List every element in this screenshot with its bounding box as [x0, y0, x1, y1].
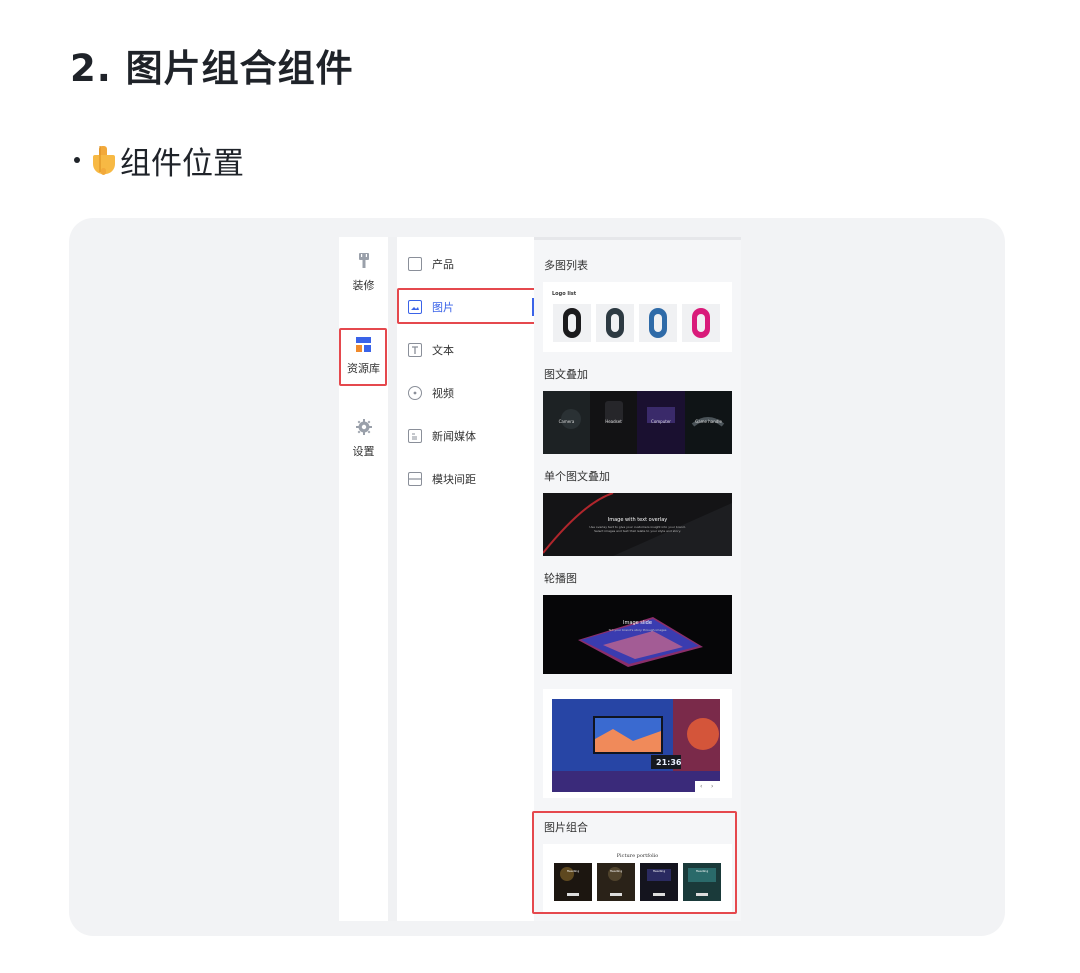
thumb-image-text-overlay[interactable]: Camera Headset Computer Game handle: [543, 391, 732, 454]
overlay-caption-computer: Computer: [651, 419, 671, 424]
section-label-multi-image: 多图列表: [544, 259, 588, 272]
carousel-next-icon[interactable]: ›: [711, 783, 713, 790]
desk-setup-image: [552, 699, 720, 792]
overlay-caption-headset: Headset: [605, 419, 622, 424]
news-icon: [408, 429, 422, 443]
menu-label-video: 视频: [432, 387, 454, 400]
section-label-single-overlay: 单个图文叠加: [544, 470, 610, 483]
portfolio-tile-heading-4: Heading: [695, 869, 709, 873]
rail-label-decorate: 装修: [352, 279, 375, 292]
bullet-line: 组件位置: [70, 140, 244, 182]
thumb-picture-group[interactable]: Picture portfolio Heading Heading Headin…: [543, 844, 732, 914]
thumb-logo-list[interactable]: Logo list: [543, 282, 732, 352]
portfolio-tile-heading-3: Heading: [652, 869, 666, 873]
bullet-dot: [74, 157, 80, 163]
rail-label-settings: 设置: [352, 445, 375, 458]
clock-readout: 21:36: [656, 758, 682, 767]
category-menu: 产品 图片 文本 视频 新闻媒体 模块间距: [397, 237, 534, 921]
brush-icon: [358, 253, 369, 268]
single-overlay-title: Image with text overlay: [607, 517, 668, 523]
box-icon: [408, 257, 422, 271]
text-icon: [408, 343, 422, 357]
menu-item-text[interactable]: 文本: [397, 335, 534, 365]
pointing-down-hand-emoji-icon: [90, 143, 116, 177]
portfolio-tiles: [554, 863, 721, 901]
thumb-carousel-laptop[interactable]: Image slide Tell your brand's story thro…: [543, 595, 732, 674]
rail-item-decorate[interactable]: 装修: [339, 253, 388, 293]
image-icon: [408, 300, 422, 314]
laptop-slide-image: [543, 595, 732, 674]
section-heading: 2. 图片组合组件: [70, 47, 354, 90]
left-rail: 装修 资源库 设置: [339, 237, 388, 921]
menu-item-news[interactable]: 新闻媒体: [397, 421, 534, 451]
single-overlay-subtitle: Use overlay text to give your customers …: [589, 525, 686, 533]
menu-item-image[interactable]: 图片: [397, 292, 534, 322]
spacing-icon: [408, 472, 422, 486]
overlay-caption-camera: Camera: [558, 419, 575, 424]
gear-icon: [355, 419, 372, 435]
component-library-panel: 多图列表 Logo list 图文叠加 Camera Headset Compu: [534, 237, 741, 921]
menu-label-text: 文本: [432, 344, 454, 357]
slide-subtitle: Tell your brand's story through images: [608, 628, 667, 632]
menu-item-product[interactable]: 产品: [397, 249, 534, 279]
layout-grid-icon: [356, 337, 371, 352]
rail-item-settings[interactable]: 设置: [339, 419, 388, 459]
menu-label-news: 新闻媒体: [432, 430, 476, 443]
bullet-text: 组件位置: [120, 145, 244, 182]
section-label-picture-group: 图片组合: [544, 821, 588, 834]
section-label-image-text-overlay: 图文叠加: [544, 368, 588, 381]
logo-list-caption: Logo list: [552, 291, 577, 297]
menu-label-product: 产品: [432, 258, 454, 271]
thumb-single-overlay[interactable]: Image with text overlay Use overlay text…: [543, 493, 732, 556]
thumb-carousel-desk[interactable]: 21:36 ‹ ›: [543, 689, 732, 798]
slide-title: Image slide: [623, 620, 652, 626]
portfolio-tile-heading-1: Heading: [566, 869, 580, 873]
carousel-prev-icon[interactable]: ‹: [700, 783, 702, 790]
menu-label-spacing: 模块间距: [432, 473, 476, 486]
overlay-caption-game-handle: Game handle: [695, 419, 722, 424]
menu-item-spacing[interactable]: 模块间距: [397, 464, 534, 494]
rail-item-library[interactable]: 资源库: [339, 337, 388, 376]
menu-item-video[interactable]: 视频: [397, 378, 534, 408]
play-circle-icon: [408, 386, 422, 400]
top-shadow: [534, 237, 741, 240]
section-label-carousel: 轮播图: [544, 572, 577, 585]
rail-label-library: 资源库: [347, 362, 380, 375]
menu-label-image: 图片: [432, 301, 454, 314]
portfolio-tile-heading-2: Heading: [609, 869, 623, 873]
